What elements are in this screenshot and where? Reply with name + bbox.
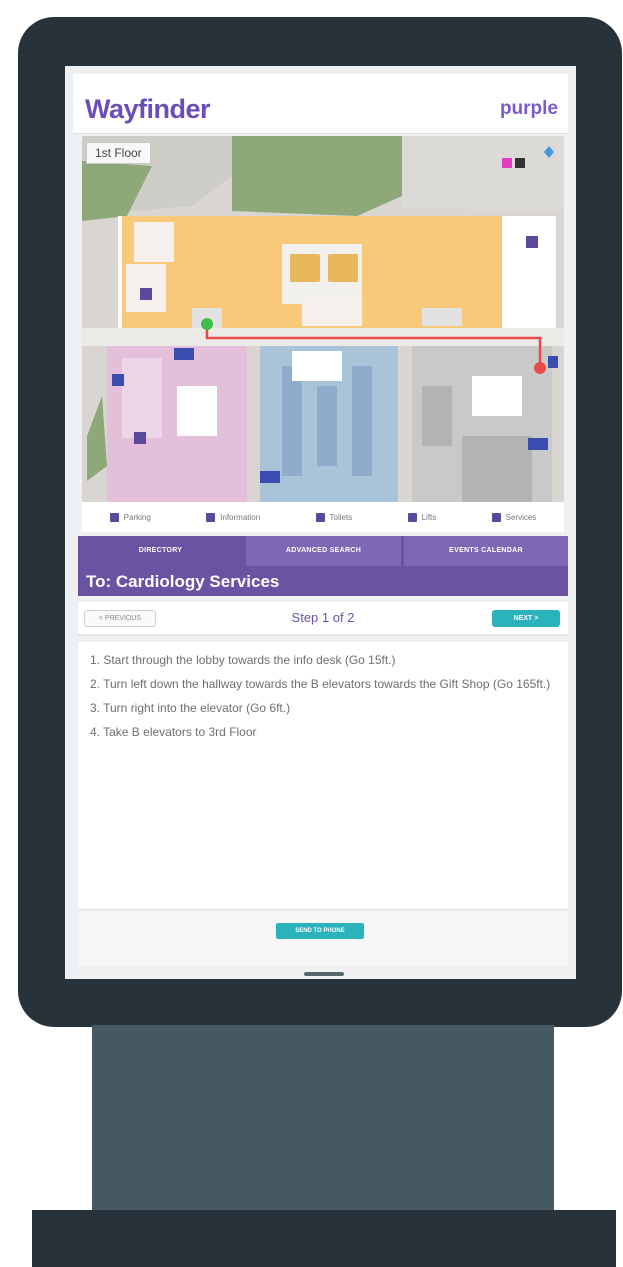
direction-step: 4. Take B elevators to 3rd Floor bbox=[90, 725, 257, 739]
legend-item: Parking bbox=[109, 512, 151, 522]
legend-item: Services bbox=[491, 512, 537, 522]
direction-step: 3. Turn right into the elevator (Go 6ft.… bbox=[90, 701, 291, 715]
parking-icon bbox=[174, 348, 194, 360]
direction-step: 1. Start through the lobby towards the i… bbox=[90, 653, 396, 667]
direction-step: 2. Turn left down the hallway towards th… bbox=[90, 677, 551, 691]
park-area bbox=[232, 136, 402, 216]
screen-footer: SEND TO PHONE bbox=[78, 910, 568, 966]
toilet-icon bbox=[315, 512, 325, 522]
tab-directory[interactable]: DIRECTORY bbox=[78, 536, 243, 566]
info-icon bbox=[515, 158, 525, 168]
services-icon bbox=[491, 512, 501, 522]
lift-icon bbox=[407, 512, 417, 522]
legend-item: Lifts bbox=[407, 512, 437, 522]
kiosk-stand bbox=[92, 1025, 554, 1221]
kiosk-notch bbox=[304, 972, 344, 976]
legend-label: Information bbox=[220, 512, 261, 522]
map-legend: Parking Information Toilets Lifts Servic… bbox=[82, 502, 564, 532]
kiosk-base bbox=[32, 1210, 616, 1267]
app-title: Wayfinder bbox=[85, 94, 211, 124]
floor-label[interactable]: 1st Floor bbox=[86, 142, 151, 164]
floor-map[interactable]: 1st Floor bbox=[82, 136, 564, 502]
lift-icon bbox=[548, 356, 558, 368]
send-to-phone-button[interactable]: SEND TO PHONE bbox=[276, 923, 364, 939]
start-marker bbox=[201, 318, 213, 330]
legend-label: Services bbox=[505, 512, 537, 522]
legend-label: Lifts bbox=[421, 512, 437, 522]
legend-label: Toilets bbox=[329, 512, 353, 522]
parking-icon bbox=[109, 512, 119, 522]
destination-marker bbox=[534, 362, 546, 374]
next-button[interactable]: NEXT > bbox=[492, 610, 560, 627]
previous-button[interactable]: < PREVIOUS bbox=[84, 610, 156, 627]
brand-logo: purple bbox=[499, 98, 558, 119]
app-header: Wayfinder purple bbox=[73, 74, 568, 134]
parking-icon bbox=[260, 471, 280, 483]
legend-item: Information bbox=[206, 512, 261, 522]
step-navigation: Step 1 of 2 < PREVIOUS NEXT > bbox=[78, 602, 568, 636]
info-icon bbox=[206, 512, 216, 522]
legend-item: Toilets bbox=[315, 512, 353, 522]
services-icon bbox=[502, 158, 512, 168]
parking-icon bbox=[528, 438, 548, 450]
kiosk-screen: Wayfinder purple 1st Floor Parking Infor… bbox=[65, 66, 576, 979]
destination-title: To: Cardiology Services bbox=[86, 572, 280, 591]
tab-bar: DIRECTORY ADVANCED SEARCH EVENTS CALENDA… bbox=[78, 536, 568, 596]
lift-icon bbox=[112, 374, 124, 386]
toilet-icon bbox=[140, 288, 152, 300]
legend-label: Parking bbox=[123, 512, 151, 522]
map-canvas[interactable] bbox=[82, 136, 564, 502]
directions-list: 1. Start through the lobby towards the i… bbox=[78, 642, 568, 908]
toilet-icon bbox=[134, 432, 146, 444]
tab-events-calendar[interactable]: EVENTS CALENDAR bbox=[404, 536, 568, 566]
tab-advanced-search[interactable]: ADVANCED SEARCH bbox=[246, 536, 401, 566]
toilet-icon bbox=[526, 236, 538, 248]
